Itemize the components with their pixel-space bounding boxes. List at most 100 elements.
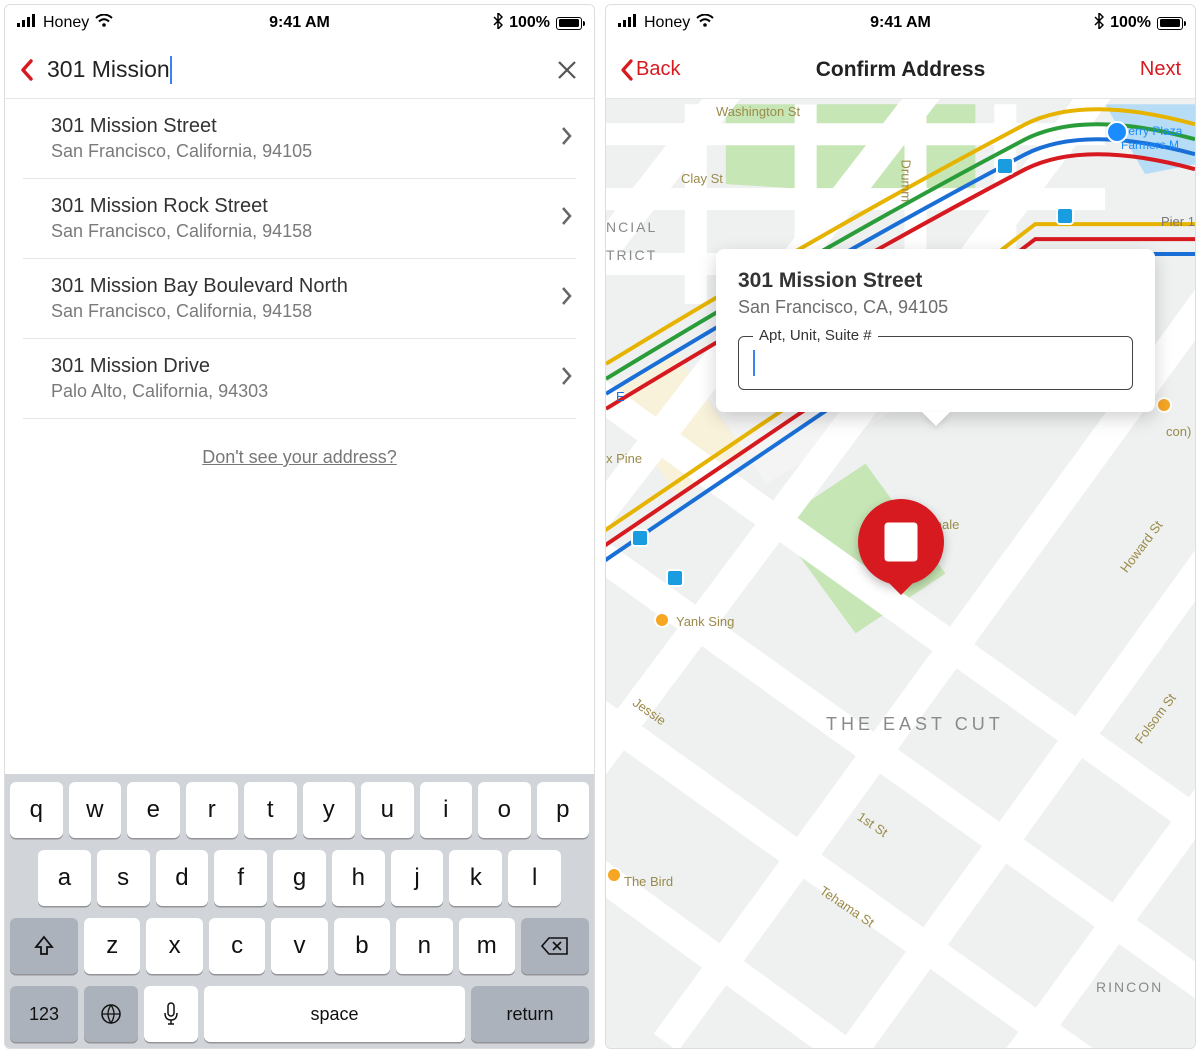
key-i[interactable]: i <box>420 782 473 838</box>
key-globe[interactable] <box>84 986 138 1042</box>
key-return[interactable]: return <box>471 986 589 1042</box>
battery-pct: 100% <box>509 14 550 32</box>
wifi-icon <box>696 14 714 33</box>
clear-button[interactable] <box>554 57 580 83</box>
key-s[interactable]: s <box>97 850 150 906</box>
poi-label: con) <box>1166 424 1191 439</box>
chevron-right-icon <box>560 126 572 151</box>
street-label: Clay St <box>681 171 723 186</box>
search-results: 301 Mission Street San Francisco, Califo… <box>5 99 594 496</box>
key-numbers[interactable]: 123 <box>10 986 78 1042</box>
key-m[interactable]: m <box>459 918 515 974</box>
district-label: RINCON <box>1096 979 1163 995</box>
search-result[interactable]: 301 Mission Rock Street San Francisco, C… <box>23 179 576 259</box>
poi-label: The Bird <box>624 874 673 889</box>
apt-field[interactable]: Apt, Unit, Suite # <box>738 336 1133 390</box>
search-result[interactable]: 301 Mission Bay Boulevard North San Fran… <box>23 259 576 339</box>
keyboard: q w e r t y u i o p a s d f g h j k l z <box>5 774 594 1048</box>
key-c[interactable]: c <box>209 918 265 974</box>
result-title: 301 Mission Bay Boulevard North <box>51 275 348 298</box>
search-result[interactable]: 301 Mission Drive Palo Alto, California,… <box>23 339 576 419</box>
no-address-link[interactable]: Don't see your address? <box>23 419 576 496</box>
search-input[interactable]: 301 Mission <box>47 56 170 83</box>
address-callout: 301 Mission Street San Francisco, CA, 94… <box>716 249 1155 412</box>
back-button[interactable]: Back <box>620 58 680 81</box>
callout-sub: San Francisco, CA, 94105 <box>738 297 1133 318</box>
result-sub: San Francisco, California, 94105 <box>51 141 312 162</box>
district-label: THE EAST CUT <box>826 714 1004 735</box>
callout-title: 301 Mission Street <box>738 269 1133 293</box>
battery-icon <box>1157 17 1183 30</box>
district-label: TRICT <box>606 247 657 263</box>
poi-label: E <box>616 389 625 404</box>
confirm-navbar: Back Confirm Address Next <box>606 41 1195 99</box>
status-bar: Honey 9:41 AM 100% <box>606 5 1195 41</box>
key-z[interactable]: z <box>84 918 140 974</box>
bluetooth-icon <box>1094 13 1104 34</box>
search-screen: Honey 9:41 AM 100% 301 Mission <box>4 4 595 1049</box>
result-title: 301 Mission Drive <box>51 355 268 378</box>
restaurant-icon <box>606 867 622 883</box>
key-backspace[interactable] <box>521 918 589 974</box>
key-n[interactable]: n <box>396 918 452 974</box>
key-l[interactable]: l <box>508 850 561 906</box>
map[interactable]: Washington St Clay St NCIAL TRICT Drumm … <box>606 99 1195 1048</box>
result-sub: San Francisco, California, 94158 <box>51 221 312 242</box>
result-title: 301 Mission Rock Street <box>51 195 312 218</box>
status-bar: Honey 9:41 AM 100% <box>5 5 594 41</box>
key-t[interactable]: t <box>244 782 297 838</box>
page-title: Confirm Address <box>606 58 1195 82</box>
key-j[interactable]: j <box>391 850 444 906</box>
transit-stop-icon <box>1056 207 1074 225</box>
poi-label: Ferry Plaza Farmers M <box>1121 124 1182 152</box>
transit-stop-icon <box>996 157 1014 175</box>
key-d[interactable]: d <box>156 850 209 906</box>
battery-pct: 100% <box>1110 14 1151 32</box>
key-y[interactable]: y <box>303 782 356 838</box>
keyboard-row-3: z x c v b n m <box>10 918 589 974</box>
key-v[interactable]: v <box>271 918 327 974</box>
map-canvas <box>606 99 1195 1048</box>
poi-label: Yank Sing <box>676 614 734 629</box>
key-mic[interactable] <box>144 986 198 1042</box>
key-b[interactable]: b <box>334 918 390 974</box>
key-space[interactable]: space <box>204 986 465 1042</box>
key-g[interactable]: g <box>273 850 326 906</box>
keyboard-row-4: 123 space return <box>10 986 589 1042</box>
key-k[interactable]: k <box>449 850 502 906</box>
result-sub: Palo Alto, California, 94303 <box>51 381 268 402</box>
back-button[interactable] <box>19 58 35 82</box>
next-label: Next <box>1140 58 1181 81</box>
key-x[interactable]: x <box>146 918 202 974</box>
key-e[interactable]: e <box>127 782 180 838</box>
signal-icon <box>618 14 638 33</box>
wifi-icon <box>95 14 113 33</box>
key-u[interactable]: u <box>361 782 414 838</box>
apt-label: Apt, Unit, Suite # <box>753 327 878 344</box>
key-h[interactable]: h <box>332 850 385 906</box>
poi-label: Pier 1 <box>1161 214 1195 229</box>
key-f[interactable]: f <box>214 850 267 906</box>
key-w[interactable]: w <box>69 782 122 838</box>
shopping-icon <box>1106 121 1128 143</box>
search-result[interactable]: 301 Mission Street San Francisco, Califo… <box>23 99 576 179</box>
key-a[interactable]: a <box>38 850 91 906</box>
carrier-label: Honey <box>644 14 690 32</box>
bluetooth-icon <box>493 13 503 34</box>
chevron-right-icon <box>560 286 572 311</box>
next-button[interactable]: Next <box>1140 58 1181 81</box>
key-o[interactable]: o <box>478 782 531 838</box>
street-label: x Beale <box>916 517 959 532</box>
search-navbar: 301 Mission <box>5 41 594 99</box>
keyboard-row-2: a s d f g h j k l <box>10 850 589 906</box>
confirm-screen: Honey 9:41 AM 100% Back Confirm Address … <box>605 4 1196 1049</box>
key-r[interactable]: r <box>186 782 239 838</box>
battery-icon <box>556 17 582 30</box>
key-q[interactable]: q <box>10 782 63 838</box>
apt-input[interactable] <box>755 353 1118 374</box>
chevron-right-icon <box>560 366 572 391</box>
key-shift[interactable] <box>10 918 78 974</box>
district-label: NCIAL <box>606 219 657 235</box>
street-label: Drumm <box>899 160 914 203</box>
key-p[interactable]: p <box>537 782 590 838</box>
